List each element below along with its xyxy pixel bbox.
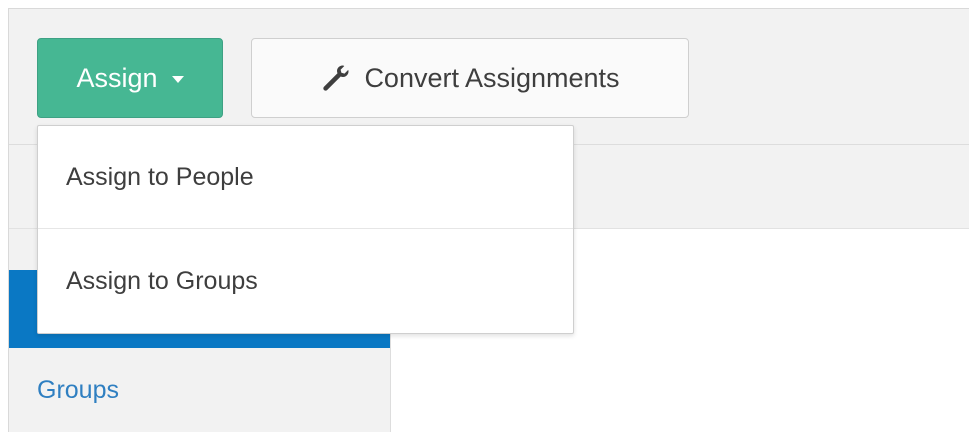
assign-button-label: Assign [76,63,158,93]
convert-assignments-label: Convert Assignments [364,63,620,93]
chevron-down-icon [171,76,184,83]
assign-dropdown-menu: Assign to People Assign to Groups [37,125,574,334]
menu-item-assign-to-groups[interactable]: Assign to Groups [38,230,573,333]
assign-button[interactable]: Assign [37,38,223,118]
sidebar-item-groups[interactable]: Groups [37,375,119,405]
menu-item-assign-to-people[interactable]: Assign to People [38,126,573,229]
convert-assignments-button[interactable]: Convert Assignments [251,38,689,118]
wrench-icon [323,65,349,91]
assignments-page: Groups Assign Convert Assignments Assign… [0,0,969,432]
